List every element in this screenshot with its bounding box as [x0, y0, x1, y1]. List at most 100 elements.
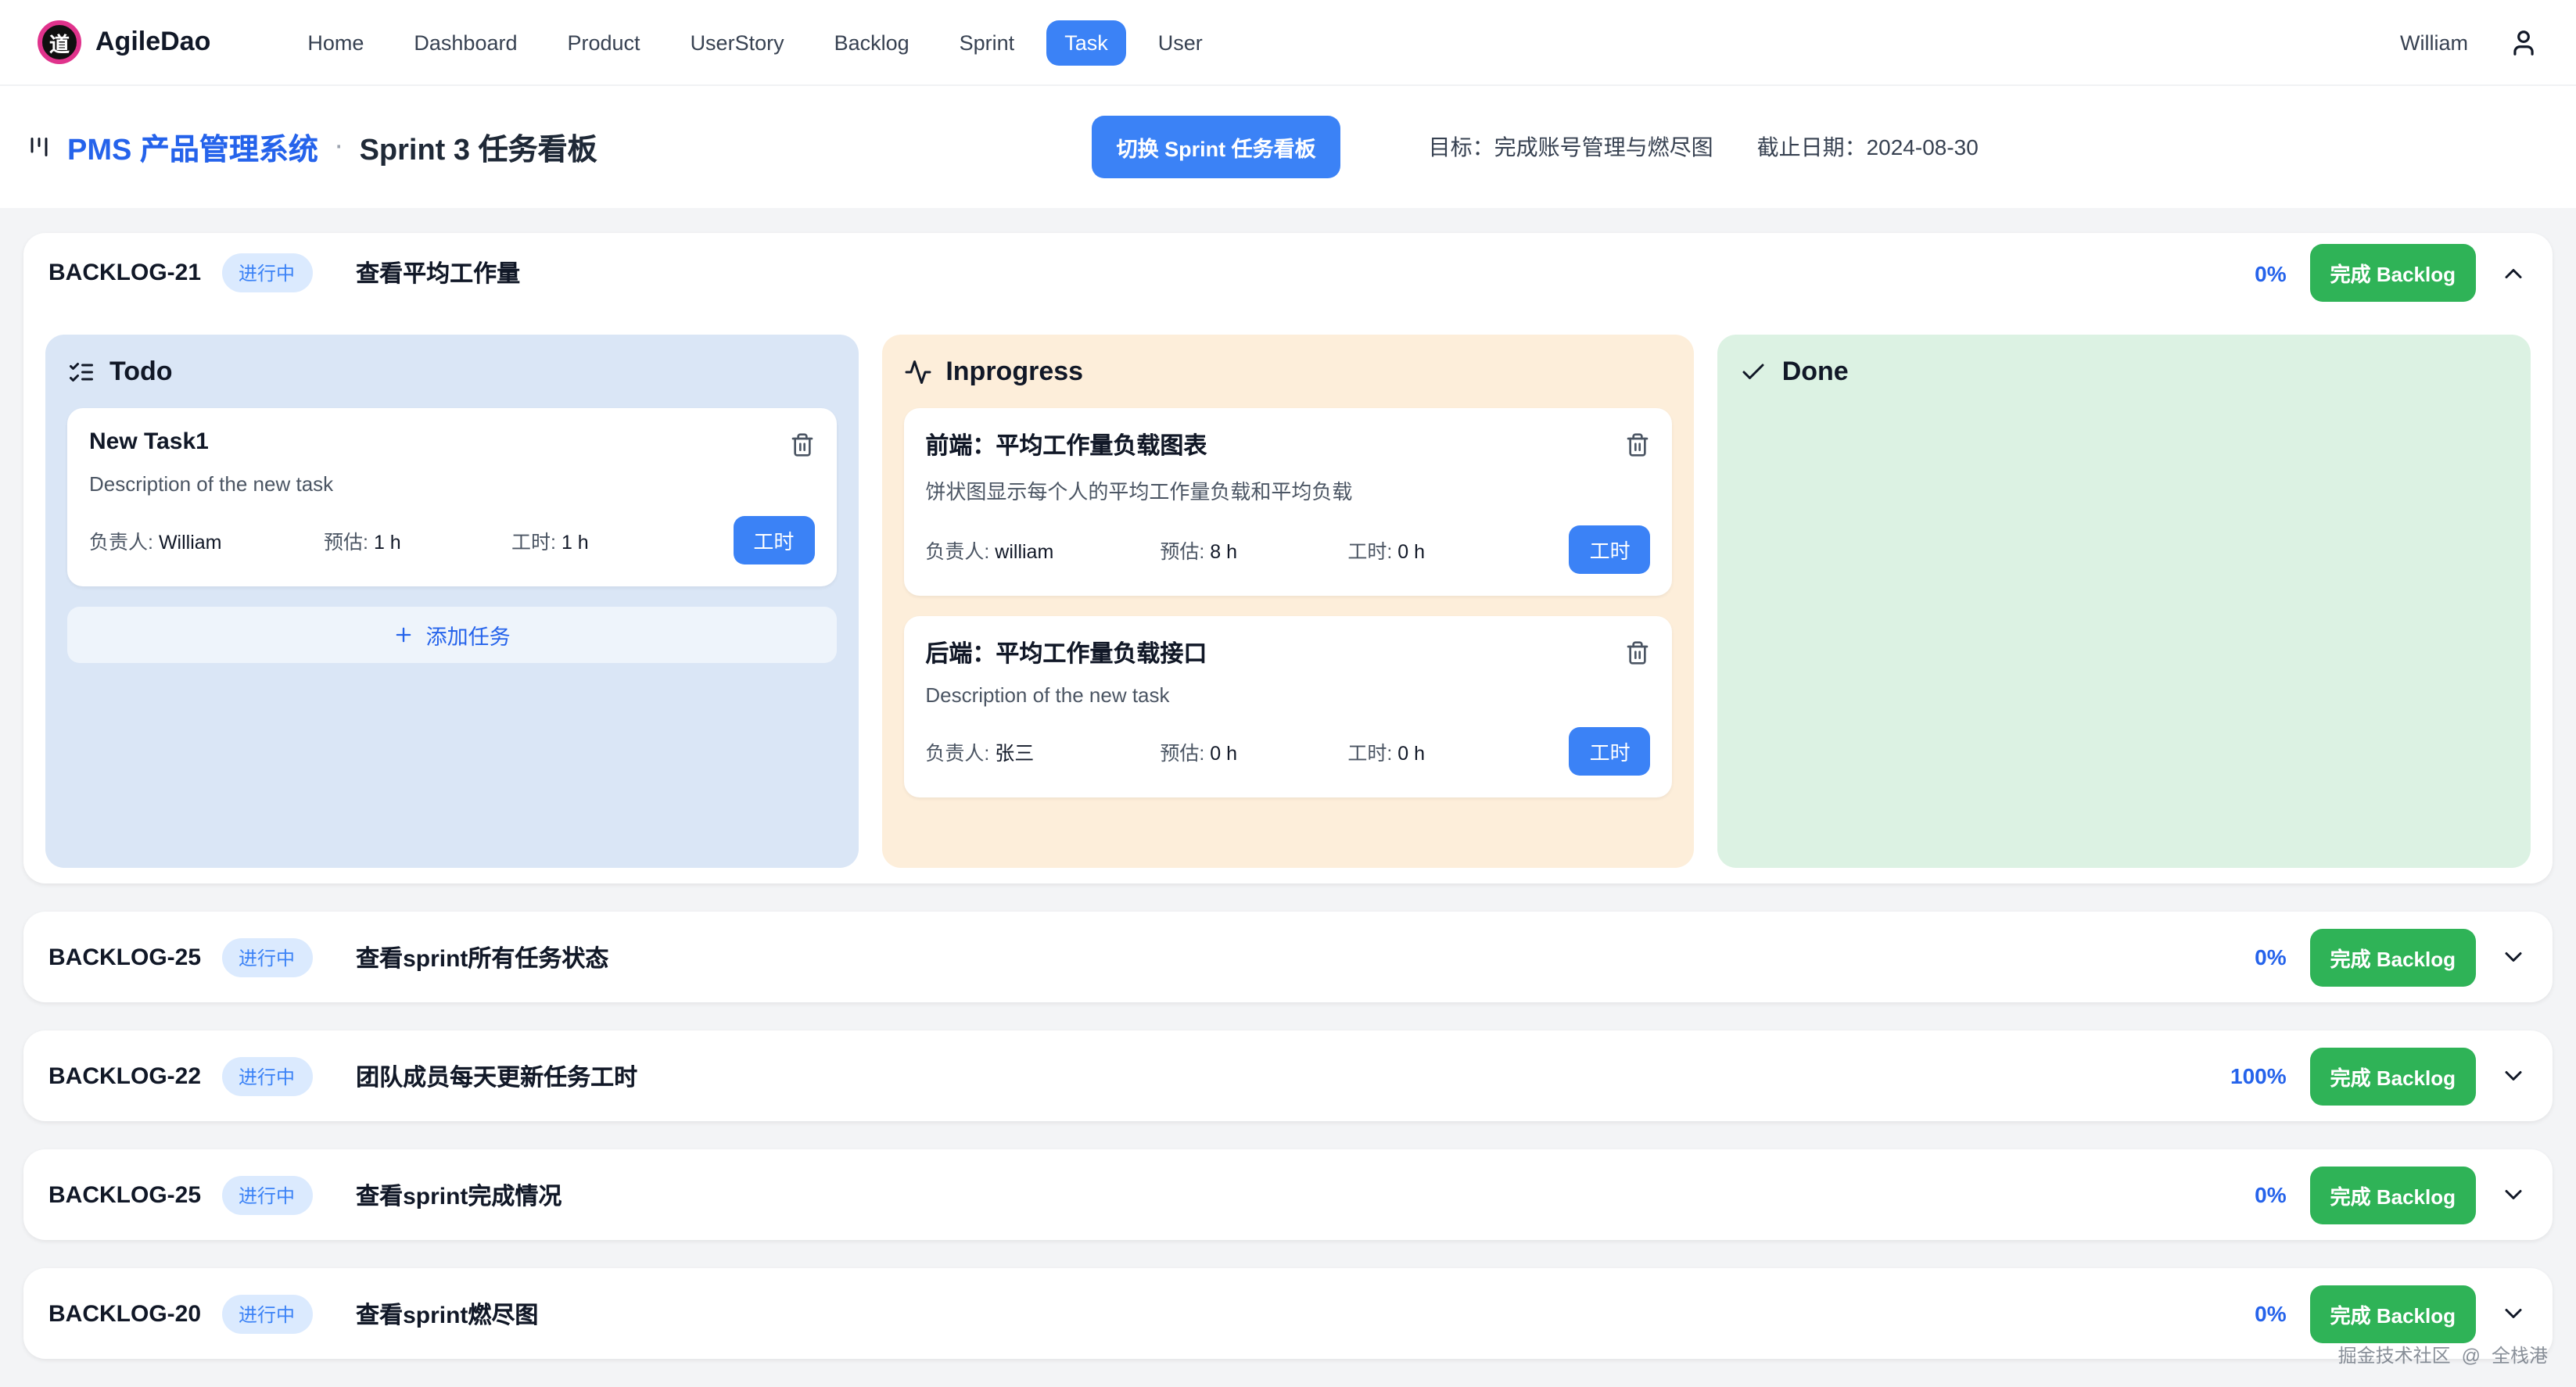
- trash-icon[interactable]: [1626, 432, 1651, 458]
- task-estimate: 预估: 8 h: [1160, 535, 1347, 564]
- backlog-title: 团队成员每天更新任务工时: [356, 1059, 637, 1092]
- user-icon[interactable]: [2509, 27, 2538, 57]
- main-content: BACKLOG-21 进行中 查看平均工作量 0% 完成 Backlog Tod…: [0, 208, 2576, 1359]
- nav-item-backlog[interactable]: Backlog: [816, 20, 928, 65]
- complete-backlog-button[interactable]: 完成 Backlog: [2310, 244, 2476, 302]
- assignee-label: 负责人:: [89, 532, 153, 554]
- checklist-icon: [67, 358, 95, 386]
- assignee-value: William: [159, 532, 222, 554]
- backlog-card-collapsed: BACKLOG-22 进行中 团队成员每天更新任务工时 100% 完成 Back…: [23, 1030, 2553, 1121]
- backlog-card-collapsed: BACKLOG-25 进行中 查看sprint完成情况 0% 完成 Backlo…: [23, 1149, 2553, 1240]
- task-meta: 负责人: William 预估: 1 h 工时: 1 h 工时: [89, 516, 814, 564]
- watermark-logo-icon: @: [2462, 1344, 2481, 1366]
- chevron-up-icon[interactable]: [2499, 259, 2528, 287]
- column-body: 前端：平均工作量负载图表 饼状图显示每个人的平均工作量负载和平均负载 负责人: …: [903, 408, 1672, 797]
- task-meta: 负责人: 张三 预估: 0 h 工时: 0 h 工时: [925, 727, 1650, 776]
- backlog-header[interactable]: BACKLOG-21 进行中 查看平均工作量 0% 完成 Backlog: [23, 233, 2553, 313]
- nav-item-sprint[interactable]: Sprint: [941, 20, 1034, 65]
- backlog-header[interactable]: BACKLOG-25 进行中 查看sprint所有任务状态 0% 完成 Back…: [23, 912, 2553, 1002]
- nav-item-user[interactable]: User: [1139, 20, 1222, 65]
- backlog-header-actions: 100% 完成 Backlog: [2230, 1047, 2528, 1105]
- task-card-header: New Task1: [89, 428, 814, 458]
- chevron-down-icon[interactable]: [2499, 1062, 2528, 1090]
- column-title: Todo: [109, 357, 173, 388]
- page-header: PMS 产品管理系统 · Sprint 3 任务看板 切换 Sprint 任务看…: [0, 86, 2576, 208]
- assignee-value: 张三: [995, 743, 1034, 765]
- backlog-id: BACKLOG-21: [48, 260, 201, 286]
- hours-value: 1 h: [561, 532, 589, 554]
- complete-backlog-button[interactable]: 完成 Backlog: [2310, 1047, 2476, 1105]
- task-meta: 负责人: william 预估: 8 h 工时: 0 h 工时: [925, 525, 1650, 574]
- column-done: Done: [1718, 335, 2531, 868]
- chevron-down-icon[interactable]: [2499, 1181, 2528, 1209]
- navbar: 道 AgileDao Home Dashboard Product UserStory…: [0, 0, 2576, 86]
- log-hours-button[interactable]: 工时: [1570, 525, 1651, 574]
- nav-item-dashboard[interactable]: Dashboard: [395, 20, 536, 65]
- trash-icon[interactable]: [1626, 640, 1651, 666]
- task-description: Description of the new task: [89, 472, 814, 496]
- plus-icon: [393, 624, 415, 646]
- hours-label: 工时:: [511, 532, 556, 554]
- watermark-site: 全栈港: [2492, 1342, 2548, 1368]
- backlog-id: BACKLOG-25: [48, 1181, 201, 1208]
- nav-item-home[interactable]: Home: [289, 20, 382, 65]
- task-title: 前端：平均工作量负载图表: [925, 428, 1207, 461]
- log-hours-button[interactable]: 工时: [733, 516, 814, 564]
- complete-backlog-button[interactable]: 完成 Backlog: [2310, 928, 2476, 986]
- log-hours-button[interactable]: 工时: [1570, 727, 1651, 776]
- task-assignee: 负责人: William: [89, 525, 324, 555]
- task-hours: 工时: 0 h: [1347, 535, 1569, 564]
- app: 道 AgileDao Home Dashboard Product UserStory…: [0, 0, 2576, 1387]
- backlog-id: BACKLOG-20: [48, 1300, 201, 1327]
- chevron-down-icon[interactable]: [2499, 1299, 2528, 1328]
- column-header: Done: [1740, 357, 2509, 388]
- title-separator: ·: [334, 130, 344, 164]
- backlog-header[interactable]: BACKLOG-22 进行中 团队成员每天更新任务工时 100% 完成 Back…: [23, 1030, 2553, 1121]
- nav-menu: Home Dashboard Product UserStory Backlog Spri…: [289, 20, 1221, 65]
- complete-backlog-button[interactable]: 完成 Backlog: [2310, 1285, 2476, 1342]
- hours-label: 工时:: [1347, 743, 1392, 765]
- backlog-header-actions: 0% 完成 Backlog: [2255, 1285, 2528, 1342]
- nav-item-task[interactable]: Task: [1046, 20, 1127, 65]
- project-title[interactable]: PMS 产品管理系统: [67, 126, 318, 168]
- task-description: 饼状图显示每个人的平均工作量负载和平均负载: [925, 475, 1650, 505]
- switch-board-button[interactable]: 切换 Sprint 任务看板: [1092, 116, 1341, 178]
- estimate-value: 0 h: [1210, 743, 1237, 765]
- task-card[interactable]: 前端：平均工作量负载图表 饼状图显示每个人的平均工作量负载和平均负载 负责人: …: [903, 408, 1672, 596]
- task-title: 后端：平均工作量负载接口: [925, 636, 1207, 669]
- backlog-card-expanded: BACKLOG-21 进行中 查看平均工作量 0% 完成 Backlog Tod…: [23, 233, 2553, 883]
- backlog-header[interactable]: BACKLOG-25 进行中 查看sprint完成情况 0% 完成 Backlo…: [23, 1149, 2553, 1240]
- progress-percent: 0%: [2255, 1301, 2286, 1326]
- watermark-community: 掘金技术社区: [2338, 1342, 2451, 1368]
- estimate-label: 预估:: [324, 532, 368, 554]
- nav-item-userstory[interactable]: UserStory: [672, 20, 803, 65]
- nav-right: William: [2400, 27, 2538, 57]
- add-task-button[interactable]: 添加任务: [67, 607, 836, 663]
- trash-icon[interactable]: [789, 432, 814, 458]
- backlog-header[interactable]: BACKLOG-20 进行中 查看sprint燃尽图 0% 完成 Backlog: [23, 1268, 2553, 1359]
- backlog-title: 查看平均工作量: [356, 256, 520, 289]
- backlog-header-actions: 0% 完成 Backlog: [2255, 244, 2528, 302]
- logo-icon: 道: [38, 20, 81, 64]
- task-assignee: 负责人: william: [925, 535, 1160, 564]
- complete-backlog-button[interactable]: 完成 Backlog: [2310, 1166, 2476, 1224]
- backlog-header-actions: 0% 完成 Backlog: [2255, 1166, 2528, 1224]
- chevron-down-icon[interactable]: [2499, 943, 2528, 971]
- task-estimate: 预估: 0 h: [1160, 737, 1347, 766]
- task-description: Description of the new task: [925, 683, 1650, 707]
- column-title: Inprogress: [945, 357, 1083, 388]
- column-title: Done: [1782, 357, 1849, 388]
- task-card[interactable]: New Task1 Description of the new task 负责…: [67, 408, 836, 586]
- task-card[interactable]: 后端：平均工作量负载接口 Description of the new task…: [903, 616, 1672, 797]
- activity-icon: [903, 358, 931, 386]
- kanban-icon: [25, 133, 53, 161]
- assignee-label: 负责人:: [925, 541, 989, 563]
- hours-value: 0 h: [1397, 743, 1425, 765]
- estimate-label: 预估:: [1160, 743, 1204, 765]
- assignee-value: william: [995, 541, 1053, 563]
- status-badge: 进行中: [221, 937, 312, 977]
- backlog-header-actions: 0% 完成 Backlog: [2255, 928, 2528, 986]
- nav-item-product[interactable]: Product: [549, 20, 659, 65]
- backlog-title: 查看sprint燃尽图: [356, 1297, 538, 1330]
- brand[interactable]: 道 AgileDao: [38, 20, 210, 64]
